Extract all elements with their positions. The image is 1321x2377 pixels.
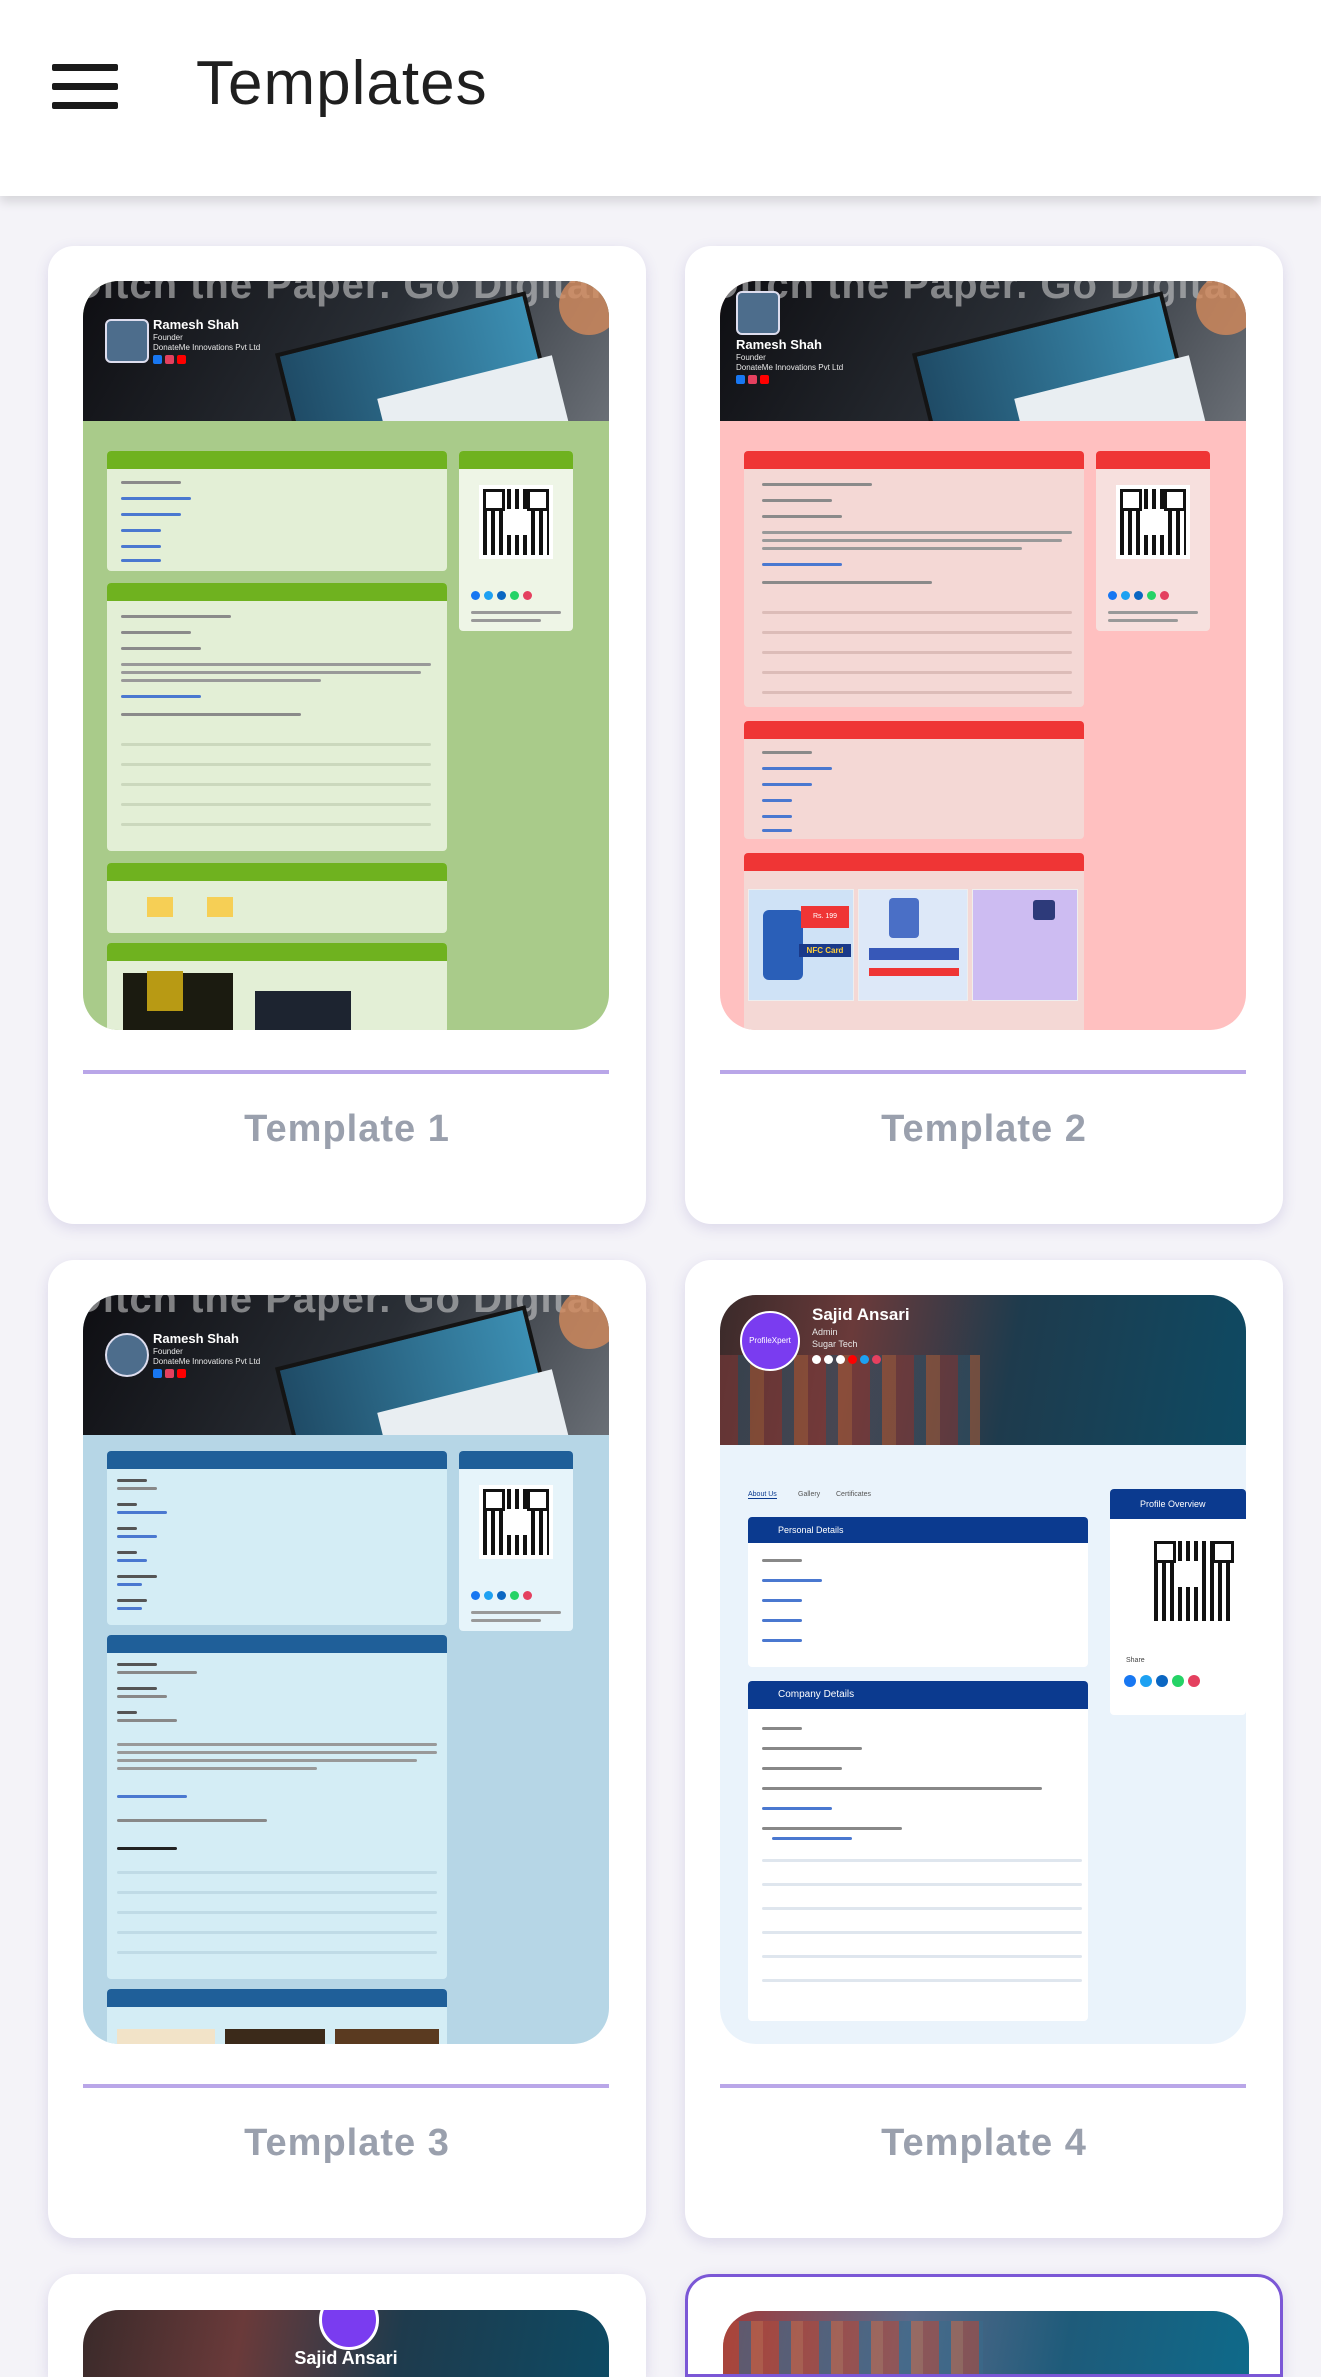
menu-icon[interactable] <box>50 60 120 112</box>
registration-details-panel <box>107 583 447 851</box>
profile-name: Sajid Ansari <box>812 1305 910 1324</box>
divider <box>720 1070 1246 1074</box>
profile-role: Founder <box>153 1347 183 1356</box>
company-details-panel: Company Details <box>748 1681 1088 2021</box>
template-card-2[interactable]: Ditch the Paper. Go Digital! Ramesh Shah… <box>685 246 1283 1224</box>
profile-overview-panel <box>459 451 573 631</box>
template-card-4[interactable]: ProfileXpert Sajid Ansari Admin Sugar Te… <box>685 1260 1283 2238</box>
qr-code <box>1150 1537 1238 1625</box>
gallery-panel <box>107 1989 447 2044</box>
personal-details-panel <box>107 1451 447 1625</box>
social-icons <box>153 355 186 364</box>
app-bar: Templates <box>0 0 1321 196</box>
template-preview: ProfileXpert Sajid Ansari Admin Sugar Te… <box>720 1295 1246 2044</box>
gallery-title: NFC Card <box>799 944 851 957</box>
profile-company: DonateMe Innovations Pvt Ltd <box>153 343 261 352</box>
gallery-panel <box>107 863 447 933</box>
avatar <box>319 2310 379 2350</box>
template-label: Template 4 <box>881 2122 1087 2164</box>
hero-banner: Ditch the Paper. Go Digital! Ramesh Shah… <box>83 281 609 421</box>
profile-role: Admin <box>812 1327 838 1337</box>
social-icons <box>736 375 769 384</box>
avatar <box>105 319 149 363</box>
profile-company: DonateMe Innovations Pvt Ltd <box>736 363 844 372</box>
hero-banner-text: Ditch the Paper. Go Digital! <box>720 281 1246 307</box>
template-preview: Ditch the Paper. Go Digital! Ramesh Shah… <box>83 1295 609 2044</box>
profile-company: Sugar Tech <box>812 1339 858 1349</box>
gallery-panel: Rs. 199 NFC Card <box>744 853 1084 1030</box>
template-label: Template 3 <box>244 2122 450 2164</box>
avatar <box>105 1333 149 1377</box>
hero-banner-text: Ditch the Paper. Go Digital! <box>83 281 609 307</box>
profile-overview-panel: Profile Overview Share <box>1110 1489 1246 1715</box>
template-preview <box>723 2311 1249 2374</box>
registration-details-panel <box>107 1635 447 1979</box>
gallery-price: Rs. 199 <box>801 906 849 928</box>
template-card-3[interactable]: Ditch the Paper. Go Digital! Ramesh Shah… <box>48 1260 646 2238</box>
divider <box>83 2084 609 2088</box>
tab-gallery[interactable]: Gallery <box>798 1491 820 1498</box>
page-title: Templates <box>196 49 488 118</box>
profile-overview-panel <box>459 1451 573 1631</box>
template-preview: Ditch the Paper. Go Digital! Ramesh Shah… <box>83 281 609 1030</box>
hero-banner: Ditch the Paper. Go Digital! Ramesh Shah… <box>83 1295 609 1435</box>
template-preview: Sajid Ansari <box>83 2310 609 2377</box>
profile-role: Founder <box>153 333 183 342</box>
template-card-1[interactable]: Ditch the Paper. Go Digital! Ramesh Shah… <box>48 246 646 1224</box>
hero-banner: ProfileXpert Sajid Ansari Admin Sugar Te… <box>720 1295 1246 1445</box>
profile-role: Founder <box>736 353 766 362</box>
personal-details-panel <box>744 721 1084 839</box>
template-preview: Ditch the Paper. Go Digital! Ramesh Shah… <box>720 281 1246 1030</box>
template-card-6[interactable] <box>685 2274 1283 2377</box>
qr-code <box>479 1485 553 1559</box>
profile-name: Ramesh Shah <box>153 317 239 332</box>
template-label: Template 2 <box>881 1108 1087 1150</box>
divider <box>720 2084 1246 2088</box>
profile-company: DonateMe Innovations Pvt Ltd <box>153 1357 261 1366</box>
personal-details-panel: Personal Details <box>748 1517 1088 1667</box>
avatar: ProfileXpert <box>740 1311 800 1371</box>
registration-details-panel <box>744 451 1084 707</box>
qr-code <box>479 485 553 559</box>
profile-name: Ramesh Shah <box>153 1331 239 1346</box>
share-label: Share <box>1126 1657 1145 1664</box>
template-label: Template 1 <box>244 1108 450 1150</box>
divider <box>83 1070 609 1074</box>
videos-panel <box>107 943 447 1030</box>
social-icons <box>153 1369 186 1378</box>
template-card-5[interactable]: Sajid Ansari <box>48 2274 646 2377</box>
hero-banner: Ditch the Paper. Go Digital! Ramesh Shah… <box>720 281 1246 421</box>
tab-certificates[interactable]: Certificates <box>836 1491 871 1498</box>
profile-name: Sajid Ansari <box>294 2348 398 2368</box>
social-icons <box>812 1355 881 1364</box>
personal-details-panel <box>107 451 447 571</box>
profile-name: Ramesh Shah <box>736 337 822 352</box>
profile-overview-panel <box>1096 451 1210 631</box>
avatar <box>736 291 780 335</box>
qr-code <box>1116 485 1190 559</box>
tab-about-us[interactable]: About Us <box>748 1491 777 1499</box>
hero-banner-text: Ditch the Paper. Go Digital! <box>83 1295 609 1321</box>
